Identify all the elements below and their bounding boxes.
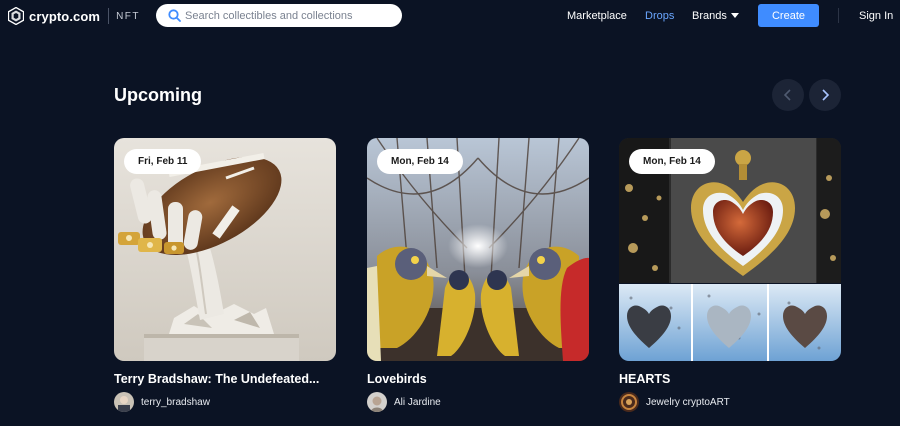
chevron-right-icon xyxy=(822,89,830,101)
brand-sub: NFT xyxy=(116,10,141,22)
creator-name: Ali Jardine xyxy=(394,396,441,408)
card-image[interactable]: Mon, Feb 14 xyxy=(619,138,841,361)
chevron-left-icon xyxy=(783,89,791,101)
creator-link[interactable]: terry_bradshaw xyxy=(114,392,210,412)
date-badge: Mon, Feb 14 xyxy=(629,149,715,174)
card-image[interactable]: Mon, Feb 14 xyxy=(367,138,589,361)
creator-name: terry_bradshaw xyxy=(141,396,210,408)
crypto-logo-icon xyxy=(8,7,24,25)
top-bar: crypto.com NFT Marketplace Drops Brands … xyxy=(0,0,900,32)
date-badge: Fri, Feb 11 xyxy=(124,149,202,174)
sign-in-link[interactable]: Sign In xyxy=(859,10,893,22)
avatar xyxy=(367,392,387,412)
nav-marketplace[interactable]: Marketplace xyxy=(567,10,627,22)
date-badge: Mon, Feb 14 xyxy=(377,149,463,174)
nav-brands[interactable]: Brands xyxy=(692,10,727,22)
brand-divider xyxy=(108,8,110,24)
creator-name: Jewelry cryptoART xyxy=(646,396,730,408)
carousel-prev-button[interactable] xyxy=(772,79,804,111)
chevron-down-icon[interactable] xyxy=(731,13,739,18)
search-bar[interactable] xyxy=(156,4,402,27)
nav-divider xyxy=(838,8,839,23)
card-image[interactable]: Fri, Feb 11 xyxy=(114,138,336,361)
create-button[interactable]: Create xyxy=(758,4,819,27)
avatar xyxy=(114,392,134,412)
avatar xyxy=(619,392,639,412)
drop-card[interactable]: Fri, Feb 11 Terry Bradshaw: The Undefeat… xyxy=(114,138,336,414)
creator-link[interactable]: Ali Jardine xyxy=(367,392,441,412)
card-title[interactable]: Lovebirds xyxy=(367,372,589,386)
drop-card[interactable]: Mon, Feb 14 HEARTS Jewelry cryptoART xyxy=(619,138,841,414)
creator-link[interactable]: Jewelry cryptoART xyxy=(619,392,730,412)
brand-name: crypto.com xyxy=(29,8,101,24)
nav-drops[interactable]: Drops xyxy=(645,10,674,22)
carousel-next-button[interactable] xyxy=(809,79,841,111)
drop-card[interactable]: Mon, Feb 14 Lovebirds Ali Jardine xyxy=(367,138,589,414)
card-title[interactable]: Terry Bradshaw: The Undefeated... xyxy=(114,372,336,386)
section-title: Upcoming xyxy=(114,85,202,105)
brand-logo[interactable]: crypto.com NFT xyxy=(8,7,140,25)
search-icon xyxy=(168,9,181,22)
card-title[interactable]: HEARTS xyxy=(619,372,841,386)
search-input[interactable] xyxy=(185,6,395,25)
